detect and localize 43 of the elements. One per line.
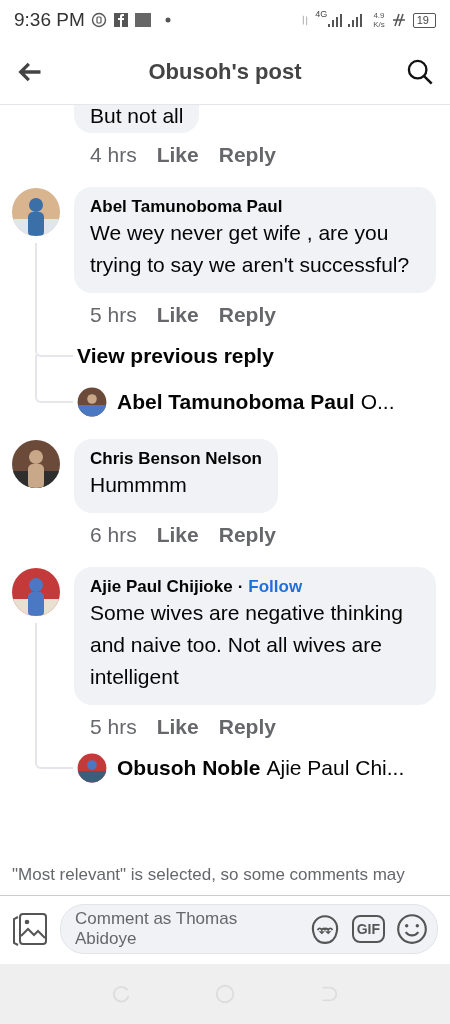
comment-time: 4 hrs [90, 143, 137, 167]
reply-author[interactable]: Abel Tamunoboma Paul [117, 390, 355, 414]
comment-time: 5 hrs [90, 303, 137, 327]
gif-button[interactable]: GIF [351, 915, 385, 943]
battery-indicator: 19 [412, 12, 436, 28]
reply-link[interactable]: Reply [218, 523, 276, 547]
page-title: Obusoh's post [147, 59, 303, 85]
network-label: 4G [315, 9, 328, 19]
view-previous-reply-link[interactable]: View previous reply [77, 344, 274, 368]
app-square-icon [112, 12, 129, 28]
follow-link[interactable]: Follow [248, 577, 303, 597]
app-square-icon [134, 12, 151, 28]
comment-author[interactable]: Chris Benson Nelson [90, 449, 262, 469]
reply-link[interactable]: Reply [218, 143, 276, 167]
comment-author[interactable]: Ajie Paul Chijioke [90, 577, 233, 597]
sort-notice: "Most relevant" is selected, so some comments may [12, 865, 405, 884]
separator-dot: · [237, 577, 244, 597]
reply-author[interactable]: Obusoh Noble [117, 756, 261, 780]
emoji-icon[interactable] [395, 912, 429, 946]
like-link[interactable]: Like [156, 523, 199, 547]
reply-snippet[interactable]: Ajie Paul Chi... [266, 756, 405, 780]
comment-author[interactable]: Abel Tamunoboma Paul [90, 197, 283, 217]
comment-time: 5 hrs [90, 715, 137, 739]
comment-time: 6 hrs [90, 523, 137, 547]
reply-link[interactable]: Reply [218, 303, 276, 327]
comment-text: We wey never get wife , are you trying to say we aren't successful? [90, 220, 411, 278]
reply-link[interactable]: Reply [218, 715, 276, 739]
comment-text: Some wives are negative thinking and naive too. Not all wives are intelligent [90, 600, 404, 690]
status-time: 9:36 PM [14, 9, 85, 31]
photo-icon[interactable] [12, 911, 48, 947]
speed-value: 4.9 [373, 11, 385, 20]
dot-icon [164, 17, 171, 23]
search-icon[interactable] [406, 58, 434, 86]
reply-snippet[interactable]: O... [360, 390, 395, 414]
speed-unit: K/s [373, 20, 385, 29]
thread-line [35, 355, 73, 403]
like-link[interactable]: Like [156, 143, 199, 167]
like-link[interactable]: Like [156, 715, 199, 739]
comment-input[interactable]: Comment as Thomas Abidoye GIF [60, 904, 438, 954]
data-arrows-icon [301, 13, 310, 27]
like-link[interactable]: Like [156, 303, 199, 327]
comment-text: But not all [90, 105, 184, 127]
comment-text: Hummmm [90, 472, 188, 498]
